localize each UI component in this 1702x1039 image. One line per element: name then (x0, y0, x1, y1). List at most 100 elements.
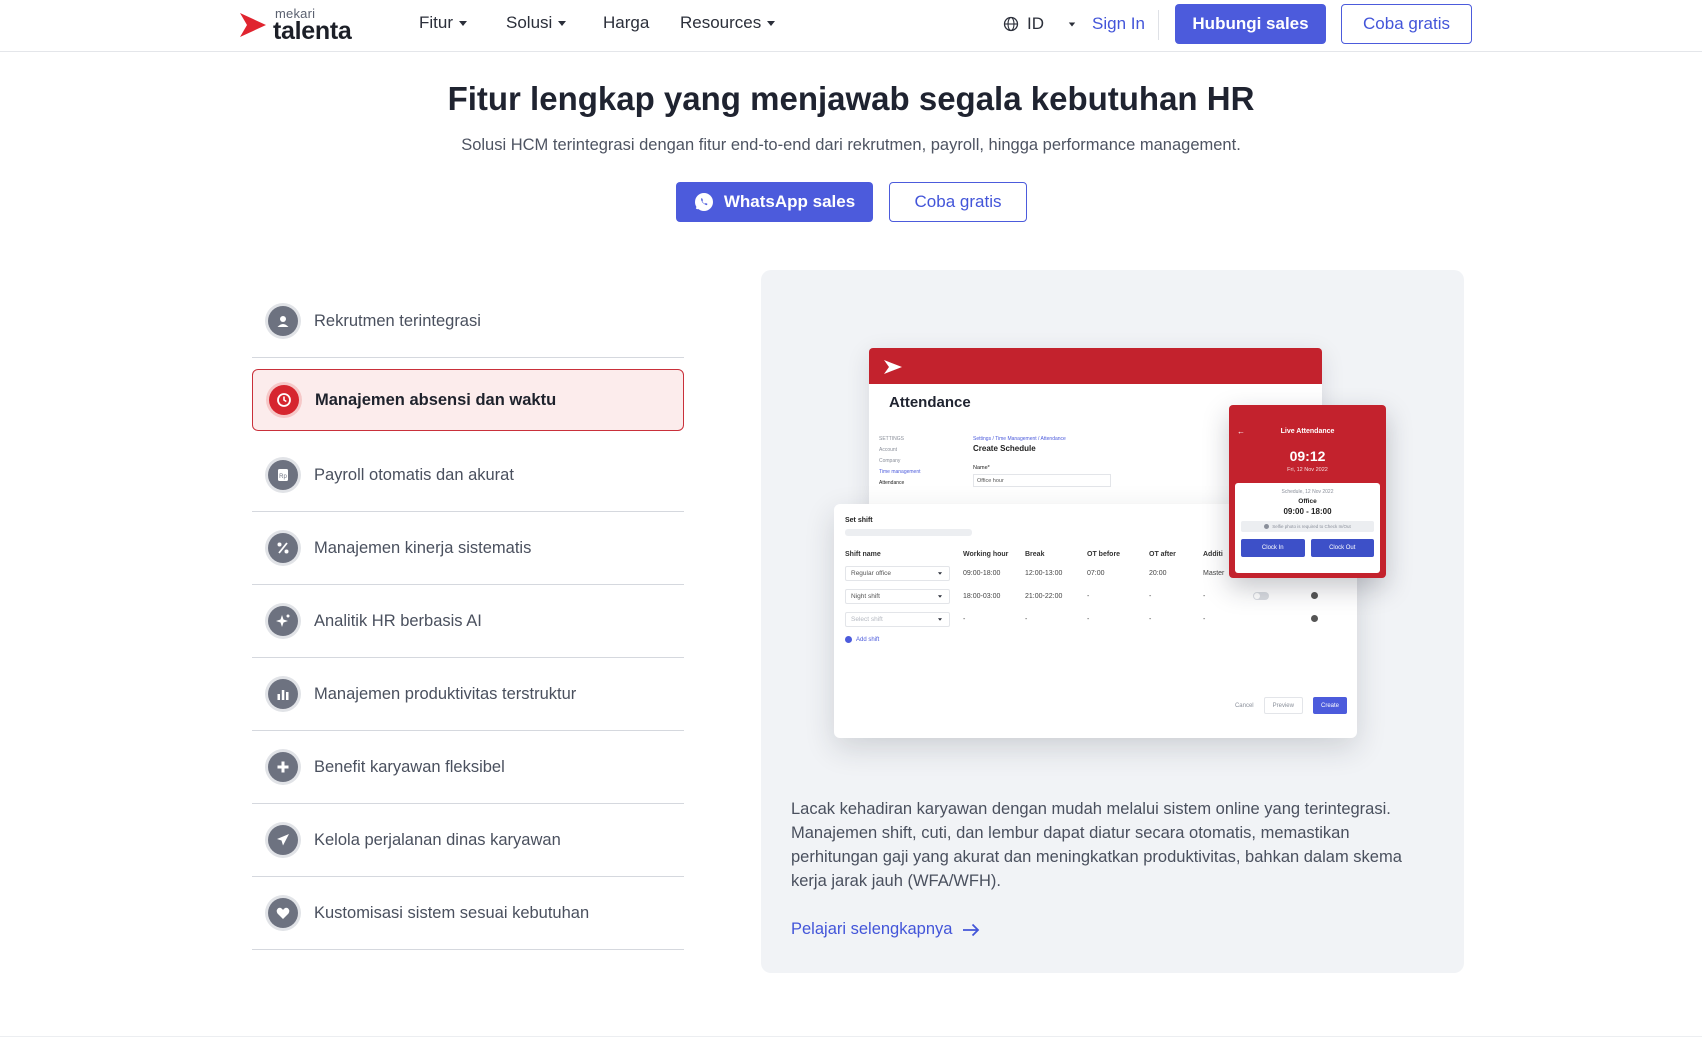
clock-out-button[interactable]: Clock Out (1310, 539, 1374, 557)
try-free-hero-button[interactable]: Coba gratis (889, 182, 1027, 222)
working-hour-cell: - (963, 616, 966, 623)
live-attendance-card: ← Live Attendance 09:12 Fri, 12 Nov 2022… (1229, 405, 1386, 578)
live-attendance-title: Live Attendance (1280, 428, 1335, 435)
sidebar-item-company[interactable]: Company (879, 458, 959, 464)
office-hours: 09:00 - 18:00 (1283, 507, 1332, 516)
break-cell: - (1025, 616, 1028, 623)
clock-in-button[interactable]: Clock In (1241, 539, 1305, 557)
hero-subtitle: Solusi HCM terintegrasi dengan fitur end… (461, 136, 1241, 154)
shift-toggle[interactable] (1253, 591, 1269, 600)
sidebar-item-time-management[interactable]: Time management (879, 469, 959, 475)
remove-icon[interactable] (1310, 592, 1318, 599)
chevron-down-icon (938, 618, 942, 621)
plus-icon (268, 752, 298, 782)
add-shift-link[interactable]: Add shift (845, 636, 879, 643)
feature-label: Manajemen produktivitas terstruktur (314, 684, 577, 703)
schedule-label: Schedule, 12 Nov 2022 (1281, 489, 1334, 495)
cancel-button[interactable]: Cancel (1235, 703, 1254, 709)
nav-divider (1158, 10, 1159, 40)
feature-label: Kustomisasi sistem sesuai kebutuhan (314, 903, 590, 922)
whatsapp-sales-label: WhatsApp sales (723, 192, 856, 211)
attendance-header (869, 348, 1322, 384)
shift-select[interactable]: Night shift (845, 589, 950, 604)
feature-item-performance[interactable]: Manajemen kinerja sistematis (252, 512, 684, 585)
feature-item-analytics[interactable]: Analitik HR berbasis AI (252, 585, 684, 658)
selfie-text: Selfie photo is required to Check In/Out (1272, 524, 1351, 529)
ot-after-cell: - (1149, 616, 1152, 623)
col-working-hour: Working hour (963, 550, 1009, 558)
feature-item-productivity[interactable]: Manajemen produktivitas terstruktur (252, 658, 684, 731)
chevron-down-icon (938, 572, 942, 575)
create-button[interactable]: Create (1312, 697, 1347, 714)
feature-item-attendance[interactable]: Manajemen absensi dan waktu (252, 369, 684, 431)
contact-sales-button[interactable]: Hubungi sales (1175, 4, 1326, 44)
whatsapp-icon (694, 193, 713, 211)
feature-item-recruitment[interactable]: Rekrutmen terintegrasi (252, 285, 684, 358)
sparkle-icon (268, 606, 298, 636)
nav-harga-label: Harga (603, 13, 650, 32)
plus-icon (845, 636, 852, 643)
shift-select[interactable]: Regular office (845, 566, 950, 581)
add-shift-label: Add shift (856, 636, 880, 643)
feature-item-customization[interactable]: Kustomisasi sistem sesuai kebutuhan (252, 877, 684, 950)
ot-before-cell: - (1087, 593, 1090, 600)
table-row: Select shift - - - - - (845, 608, 1345, 631)
ot-after-cell: - (1149, 593, 1152, 600)
feature-item-benefit[interactable]: Benefit karyawan fleksibel (252, 731, 684, 804)
feature-label: Analitik HR berbasis AI (314, 611, 482, 630)
nav-harga[interactable]: Harga (603, 13, 649, 33)
set-shift-title: Set shift (845, 517, 873, 524)
break-cell: 12:00-13:00 (1025, 570, 1063, 577)
sidebar-section: SETTINGS (879, 436, 905, 442)
office-label: Office (1298, 498, 1317, 505)
learn-more-link[interactable]: Pelajari selengkapnya (791, 920, 980, 939)
feature-label: Benefit karyawan fleksibel (314, 757, 505, 776)
nav-resources[interactable]: Resources (680, 13, 776, 33)
heart-icon (268, 898, 298, 928)
payroll-icon: Rp (268, 460, 298, 490)
nav-solusi[interactable]: Solusi (506, 13, 567, 33)
ot-before-cell: - (1087, 616, 1090, 623)
shift-select[interactable]: Select shift (845, 612, 950, 627)
svg-text:Rp: Rp (279, 474, 287, 480)
brand-logo[interactable]: mekari talenta (238, 6, 368, 45)
signin-link[interactable]: Sign In (1092, 14, 1145, 34)
feature-label: Manajemen absensi dan waktu (315, 390, 557, 409)
remove-icon[interactable] (1310, 615, 1318, 622)
talenta-logo-icon (240, 13, 266, 37)
try-free-nav-button[interactable]: Coba gratis (1341, 4, 1472, 44)
name-label: Name* (973, 465, 990, 471)
feature-item-payroll[interactable]: Rp Payroll otomatis dan akurat (252, 439, 684, 512)
breadcrumb: Settings / Time Management / Attendance (973, 436, 1066, 442)
feature-item-travel[interactable]: Kelola perjalanan dinas karyawan (252, 804, 684, 877)
feature-label: Kelola perjalanan dinas karyawan (314, 830, 561, 849)
shift-value: Regular office (851, 570, 891, 577)
language-label: ID (1027, 14, 1044, 33)
ot-after-cell: 20:00 (1149, 570, 1167, 577)
preview-button[interactable]: Preview (1263, 697, 1303, 714)
feature-description: Lacak kehadiran karyawan dengan mudah me… (791, 800, 1402, 890)
chevron-down-icon (938, 595, 942, 598)
nav-fitur-label: Fitur (419, 13, 453, 32)
language-selector[interactable]: ID (1003, 14, 1076, 34)
shift-value: Select shift (851, 616, 883, 623)
user-icon (268, 306, 298, 336)
sidebar-item-account[interactable]: Account (879, 447, 959, 453)
brand-big: talenta (273, 17, 352, 45)
whatsapp-sales-button[interactable]: WhatsApp sales (676, 182, 873, 222)
shift-actions: Cancel Preview Create (1235, 697, 1347, 714)
additional-cell: - (1203, 593, 1206, 600)
info-icon (1264, 524, 1270, 529)
name-input[interactable]: Office hour (973, 474, 1111, 487)
nav-solusi-label: Solusi (506, 13, 553, 32)
attendance-title: Attendance (889, 394, 971, 411)
chevron-down-icon (558, 20, 567, 26)
nav-fitur[interactable]: Fitur (419, 13, 467, 33)
additional-cell: - (1203, 616, 1206, 623)
feature-label: Manajemen kinerja sistematis (314, 538, 532, 557)
table-row: Night shift 18:00-03:00 21:00-22:00 - - … (845, 585, 1345, 608)
feature-detail-panel: Attendance SETTINGS Account Company Time… (761, 270, 1464, 973)
clock-icon (269, 385, 299, 415)
sidebar-item-attendance[interactable]: Attendance (879, 480, 959, 486)
learn-more-label: Pelajari selengkapnya (791, 920, 953, 938)
